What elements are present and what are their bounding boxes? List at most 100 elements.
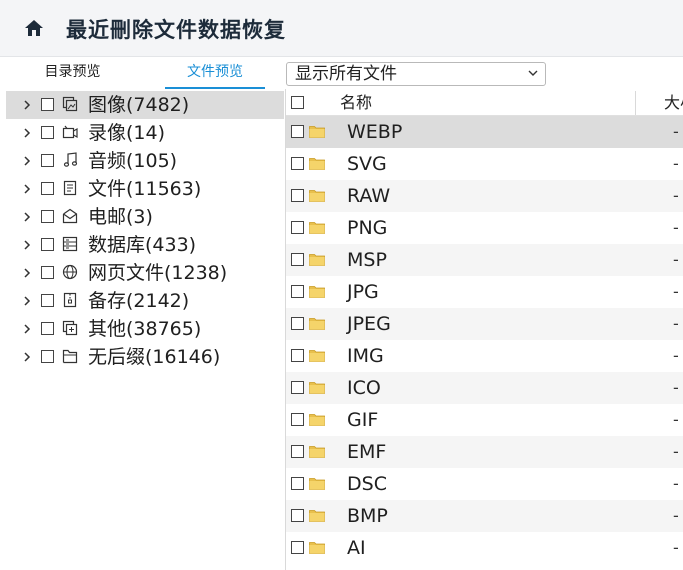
tree-item-archives[interactable]: 备存(2142) xyxy=(0,287,285,315)
tree-item-videos[interactable]: 录像(14) xyxy=(0,119,285,147)
column-header-size[interactable]: 大小 xyxy=(664,91,683,115)
tree-item-label: 其他(38765) xyxy=(88,318,202,340)
tree-item-label: 数据库(433) xyxy=(88,234,197,256)
table-row[interactable]: WEBP - xyxy=(286,116,683,148)
folder-icon xyxy=(309,350,325,362)
table-row[interactable]: JPG - xyxy=(286,276,683,308)
table-row[interactable]: DSC - xyxy=(286,468,683,500)
table-row[interactable]: IMG - xyxy=(286,340,683,372)
tab-file-preview[interactable]: 文件预览 xyxy=(165,57,265,89)
file-size: - xyxy=(673,250,679,269)
expand-arrow-icon[interactable] xyxy=(22,295,32,307)
expand-arrow-icon[interactable] xyxy=(22,155,32,167)
tree-item-web-files[interactable]: 网页文件(1238) xyxy=(0,259,285,287)
tree-item-no-extension[interactable]: 无后缀(16146) xyxy=(0,343,285,371)
row-checkbox[interactable] xyxy=(291,381,304,394)
row-checkbox[interactable] xyxy=(291,317,304,330)
expand-arrow-icon[interactable] xyxy=(22,99,32,111)
table-row[interactable]: AI - xyxy=(286,532,683,564)
file-filter-dropdown[interactable]: 显示所有文件 xyxy=(286,62,546,86)
table-row[interactable]: BMP - xyxy=(286,500,683,532)
row-checkbox[interactable] xyxy=(291,253,304,266)
tree-item-audio[interactable]: 音频(105) xyxy=(0,147,285,175)
table-row[interactable]: ICO - xyxy=(286,372,683,404)
folder-icon xyxy=(309,382,325,394)
file-name: JPG xyxy=(347,281,379,303)
expand-arrow-icon[interactable] xyxy=(22,183,32,195)
folder-outline-icon xyxy=(62,349,78,364)
file-size: - xyxy=(673,474,679,493)
tree-checkbox[interactable] xyxy=(41,98,54,111)
folder-icon xyxy=(309,126,325,138)
file-name: PNG xyxy=(347,217,388,239)
tree-item-label: 音频(105) xyxy=(88,150,178,172)
folder-icon xyxy=(309,414,325,426)
table-row[interactable]: SVG - xyxy=(286,148,683,180)
row-checkbox[interactable] xyxy=(291,125,304,138)
row-checkbox[interactable] xyxy=(291,349,304,362)
tree-checkbox[interactable] xyxy=(41,350,54,363)
row-checkbox[interactable] xyxy=(291,157,304,170)
tree-item-other[interactable]: 其他(38765) xyxy=(0,315,285,343)
expand-arrow-icon[interactable] xyxy=(22,211,32,223)
tree-checkbox[interactable] xyxy=(41,154,54,167)
tree-item-email[interactable]: 电邮(3) xyxy=(0,203,285,231)
chevron-down-icon xyxy=(528,70,538,76)
select-all-checkbox[interactable] xyxy=(291,96,304,109)
table-row[interactable]: EMF - xyxy=(286,436,683,468)
tree-item-documents[interactable]: 文件(11563) xyxy=(0,175,285,203)
column-header-name[interactable]: 名称 xyxy=(340,91,372,115)
row-checkbox[interactable] xyxy=(291,509,304,522)
file-size: - xyxy=(673,122,679,141)
table-row[interactable]: RAW - xyxy=(286,180,683,212)
file-name: DSC xyxy=(347,473,387,495)
file-table-body: WEBP - SVG - RAW - PNG - MSP - JPG - JPE… xyxy=(286,116,683,570)
tree-checkbox[interactable] xyxy=(41,238,54,251)
tree-checkbox[interactable] xyxy=(41,126,54,139)
globe-icon xyxy=(62,264,78,280)
file-size: - xyxy=(673,154,679,173)
row-checkbox[interactable] xyxy=(291,413,304,426)
folder-icon xyxy=(309,478,325,490)
table-row[interactable]: PNG - xyxy=(286,212,683,244)
tree-item-database[interactable]: 数据库(433) xyxy=(0,231,285,259)
tree-item-label: 电邮(3) xyxy=(88,206,153,228)
tree-checkbox[interactable] xyxy=(41,210,54,223)
expand-arrow-icon[interactable] xyxy=(22,127,32,139)
file-name: WEBP xyxy=(347,121,403,143)
file-name: AI xyxy=(347,537,366,559)
row-checkbox[interactable] xyxy=(291,445,304,458)
view-tabs: 目录预览 文件预览 xyxy=(0,57,285,89)
other-files-icon xyxy=(62,320,78,336)
file-name: GIF xyxy=(347,409,379,431)
file-size: - xyxy=(673,442,679,461)
tree-item-label: 录像(14) xyxy=(88,122,166,144)
tree-checkbox[interactable] xyxy=(41,182,54,195)
tree-item-images[interactable]: 图像(7482) xyxy=(6,91,284,119)
tree-checkbox[interactable] xyxy=(41,294,54,307)
file-size: - xyxy=(673,378,679,397)
file-name: ICO xyxy=(347,377,381,399)
row-checkbox[interactable] xyxy=(291,189,304,202)
file-size: - xyxy=(673,346,679,365)
expand-arrow-icon[interactable] xyxy=(22,239,32,251)
expand-arrow-icon[interactable] xyxy=(22,351,32,363)
title-bar: 最近刪除文件数据恢复 xyxy=(0,0,683,57)
expand-arrow-icon[interactable] xyxy=(22,267,32,279)
column-resize-handle[interactable] xyxy=(635,91,636,115)
home-icon[interactable] xyxy=(24,19,44,37)
row-checkbox[interactable] xyxy=(291,477,304,490)
table-row[interactable]: MSP - xyxy=(286,244,683,276)
row-checkbox[interactable] xyxy=(291,541,304,554)
expand-arrow-icon[interactable] xyxy=(22,323,32,335)
tree-checkbox[interactable] xyxy=(41,322,54,335)
tree-item-label: 文件(11563) xyxy=(88,178,202,200)
table-row[interactable]: GIF - xyxy=(286,404,683,436)
music-icon xyxy=(63,152,78,167)
file-table-header: 名称 大小 xyxy=(286,91,683,116)
row-checkbox[interactable] xyxy=(291,221,304,234)
tree-checkbox[interactable] xyxy=(41,266,54,279)
table-row[interactable]: JPEG - xyxy=(286,308,683,340)
row-checkbox[interactable] xyxy=(291,285,304,298)
tab-directory-preview[interactable]: 目录预览 xyxy=(0,57,145,87)
